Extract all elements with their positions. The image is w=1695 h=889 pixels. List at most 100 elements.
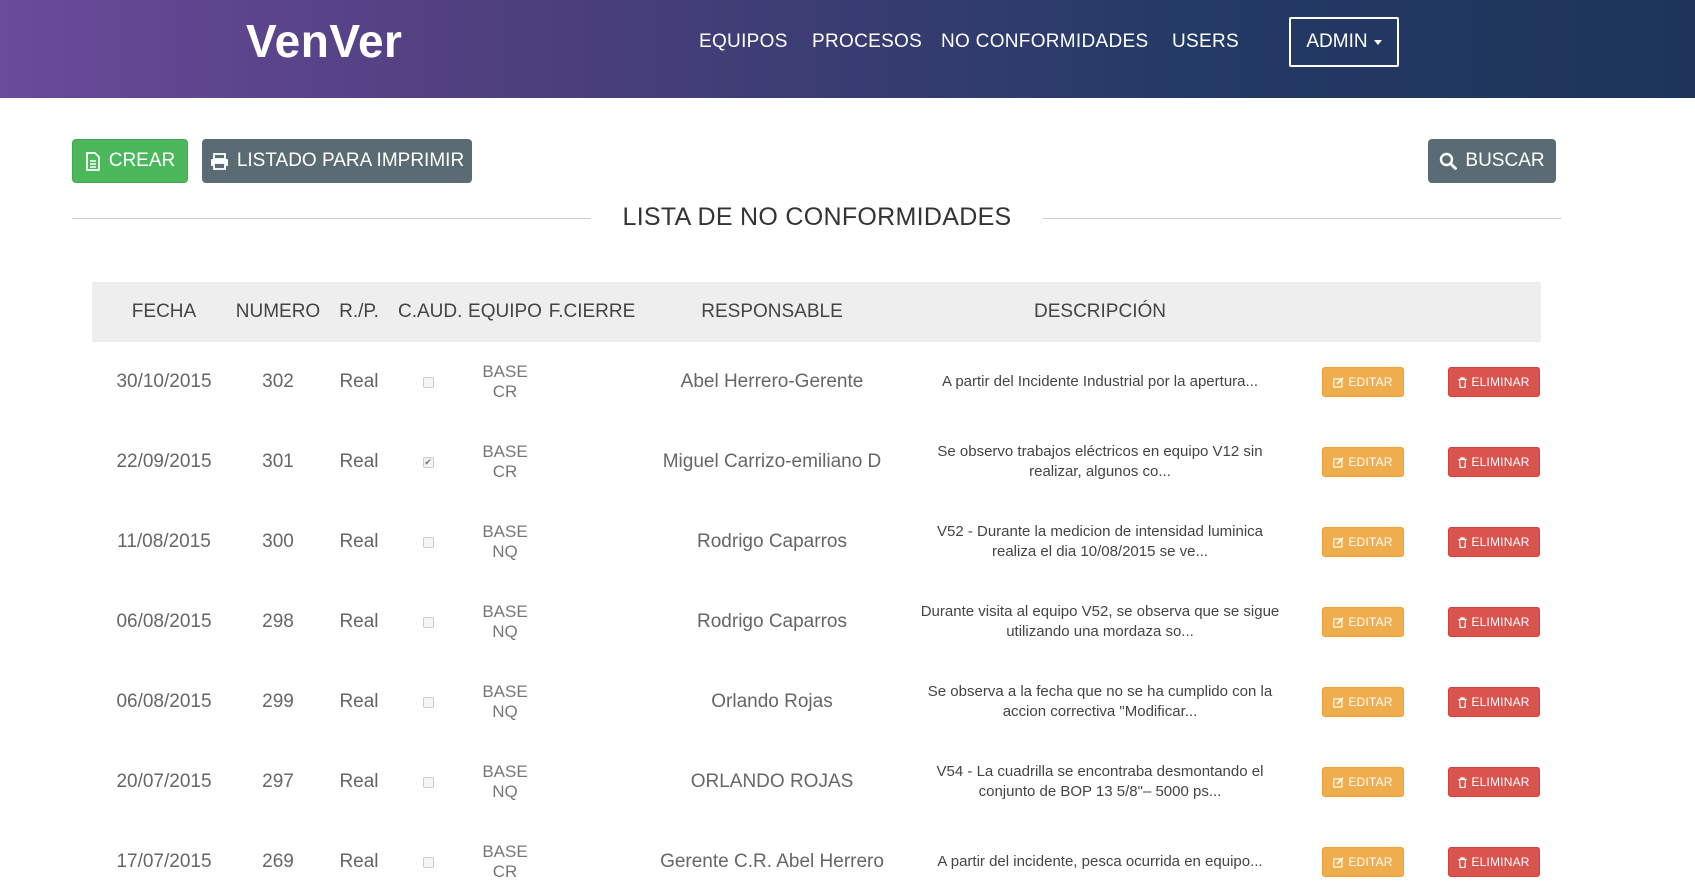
cell-numero: 299 <box>262 691 294 712</box>
equipo-line2: NQ <box>492 622 518 641</box>
nav-link-procesos[interactable]: PROCESOS <box>812 31 922 53</box>
cell-caud: ✔ <box>398 432 458 492</box>
delete-button[interactable]: ELIMINAR <box>1448 367 1540 397</box>
header-descripcion[interactable]: DESCRIPCIÓN <box>920 282 1280 342</box>
equipo-line2: CR <box>492 862 518 881</box>
edit-button[interactable]: EDITAR <box>1322 767 1404 797</box>
cell-caud <box>398 592 458 652</box>
cell-descripcion: Se observa a la fecha que no se ha cumpl… <box>927 683 1273 720</box>
cell-fecha: 06/08/2015 <box>116 691 212 712</box>
create-label: CREAR <box>108 150 176 171</box>
print-list-button[interactable]: LISTADO PARA IMPRIMIR <box>202 139 472 183</box>
trash-icon <box>1458 456 1467 468</box>
print-icon <box>210 152 228 170</box>
table-row: 22/09/2015 301 Real ✔ BASE CR Miguel Carr… <box>0 432 1695 512</box>
edit-button[interactable]: EDITAR <box>1322 687 1404 717</box>
cell-fecha: 06/08/2015 <box>116 611 212 632</box>
header-fcierre[interactable]: F.CIERRE <box>546 282 638 342</box>
edit-button[interactable]: EDITAR <box>1322 367 1404 397</box>
admin-dropdown-button[interactable]: ADMIN <box>1289 17 1399 67</box>
nav-link-no-conformidades[interactable]: NO CONFORMIDADES <box>941 31 1148 53</box>
cell-fecha: 22/09/2015 <box>116 451 212 472</box>
caud-checkbox[interactable] <box>422 696 434 708</box>
table-row: 17/07/2015 269 Real BASE CR Gerente C.R. … <box>0 832 1695 889</box>
caud-checkbox[interactable] <box>422 536 434 548</box>
title-divider-left <box>72 218 591 219</box>
brand-logo[interactable]: VenVer <box>246 14 402 68</box>
caud-checkbox[interactable] <box>422 616 434 628</box>
delete-label: ELIMINAR <box>1471 375 1530 389</box>
caud-checkbox[interactable] <box>422 856 434 868</box>
cell-caud <box>398 832 458 889</box>
equipo-line1: BASE <box>482 522 528 541</box>
header-rp[interactable]: R./P. <box>334 282 384 342</box>
delete-label: ELIMINAR <box>1471 615 1530 629</box>
header-responsable[interactable]: RESPONSABLE <box>632 282 912 342</box>
equipo-line2: CR <box>492 382 518 401</box>
cell-responsable: Miguel Carrizo-emiliano D <box>662 451 882 472</box>
cell-edit: EDITAR <box>1322 512 1404 572</box>
header-numero[interactable]: NUMERO <box>230 282 326 342</box>
cell-rp: Real <box>339 531 379 552</box>
cell-responsable: Gerente C.R. Abel Herrero <box>660 851 884 872</box>
cell-delete: ELIMINAR <box>1448 832 1540 889</box>
delete-button[interactable]: ELIMINAR <box>1448 847 1540 877</box>
cell-responsable: ORLANDO ROJAS <box>690 771 854 792</box>
search-label: BUSCAR <box>1465 150 1545 171</box>
edit-icon <box>1333 376 1344 388</box>
cell-responsable: Orlando Rojas <box>711 691 833 712</box>
cell-caud <box>398 672 458 732</box>
cell-numero: 302 <box>262 371 294 392</box>
cell-descripcion: V52 - Durante la medicion de intensidad … <box>936 523 1263 560</box>
caud-checkbox[interactable]: ✔ <box>422 456 434 468</box>
delete-button[interactable]: ELIMINAR <box>1448 687 1540 717</box>
delete-button[interactable]: ELIMINAR <box>1448 527 1540 557</box>
cell-delete: ELIMINAR <box>1448 432 1540 492</box>
header-caud[interactable]: C.AUD. <box>398 282 462 342</box>
edit-button[interactable]: EDITAR <box>1322 447 1404 477</box>
edit-icon <box>1333 776 1344 788</box>
cell-rp: Real <box>339 371 379 392</box>
delete-button[interactable]: ELIMINAR <box>1448 767 1540 797</box>
search-button[interactable]: BUSCAR <box>1428 139 1556 183</box>
delete-button[interactable]: ELIMINAR <box>1448 447 1540 477</box>
nav-link-users[interactable]: USERS <box>1172 31 1239 53</box>
file-icon <box>85 151 100 171</box>
nav-link-equipos[interactable]: EQUIPOS <box>699 31 788 53</box>
header-equipo[interactable]: EQUIPO <box>460 282 550 342</box>
cell-descripcion: Se observo trabajos eléctricos en equipo… <box>937 443 1263 480</box>
cell-caud <box>398 352 458 412</box>
cell-responsable: Abel Herrero-Gerente <box>680 371 864 392</box>
cell-fecha: 11/08/2015 <box>117 531 211 552</box>
cell-delete: ELIMINAR <box>1448 672 1540 732</box>
edit-label: EDITAR <box>1348 855 1393 869</box>
edit-button[interactable]: EDITAR <box>1322 607 1404 637</box>
cell-rp: Real <box>339 691 379 712</box>
delete-label: ELIMINAR <box>1471 455 1530 469</box>
cell-fecha: 20/07/2015 <box>116 771 212 792</box>
table-row: 30/10/2015 302 Real BASE CR Abel Herrero-… <box>0 352 1695 432</box>
equipo-line2: NQ <box>492 702 518 721</box>
cell-rp: Real <box>339 851 379 872</box>
edit-label: EDITAR <box>1348 695 1393 709</box>
delete-button[interactable]: ELIMINAR <box>1448 607 1540 637</box>
cell-responsable: Rodrigo Caparros <box>697 531 847 552</box>
trash-icon <box>1458 856 1467 868</box>
table-row: 06/08/2015 299 Real BASE NQ Orlando Rojas… <box>0 672 1695 752</box>
header-fecha[interactable]: FECHA <box>92 282 236 342</box>
caud-checkbox[interactable] <box>422 776 434 788</box>
caud-checkbox[interactable] <box>422 376 434 388</box>
edit-button[interactable]: EDITAR <box>1322 527 1404 557</box>
cell-numero: 300 <box>262 531 294 552</box>
cell-caud <box>398 512 458 572</box>
cell-equipo: BASE CR <box>460 432 550 492</box>
trash-icon <box>1458 376 1467 388</box>
equipo-line1: BASE <box>482 842 528 861</box>
table-row: 11/08/2015 300 Real BASE NQ Rodrigo Capar… <box>0 512 1695 592</box>
table-header: FECHA NUMERO R./P. C.AUD. EQUIPO F.CIERR… <box>92 282 1541 342</box>
edit-button[interactable]: EDITAR <box>1322 847 1404 877</box>
trash-icon <box>1458 776 1467 788</box>
cell-edit: EDITAR <box>1322 352 1404 412</box>
create-button[interactable]: CREAR <box>72 139 188 183</box>
cell-delete: ELIMINAR <box>1448 592 1540 652</box>
